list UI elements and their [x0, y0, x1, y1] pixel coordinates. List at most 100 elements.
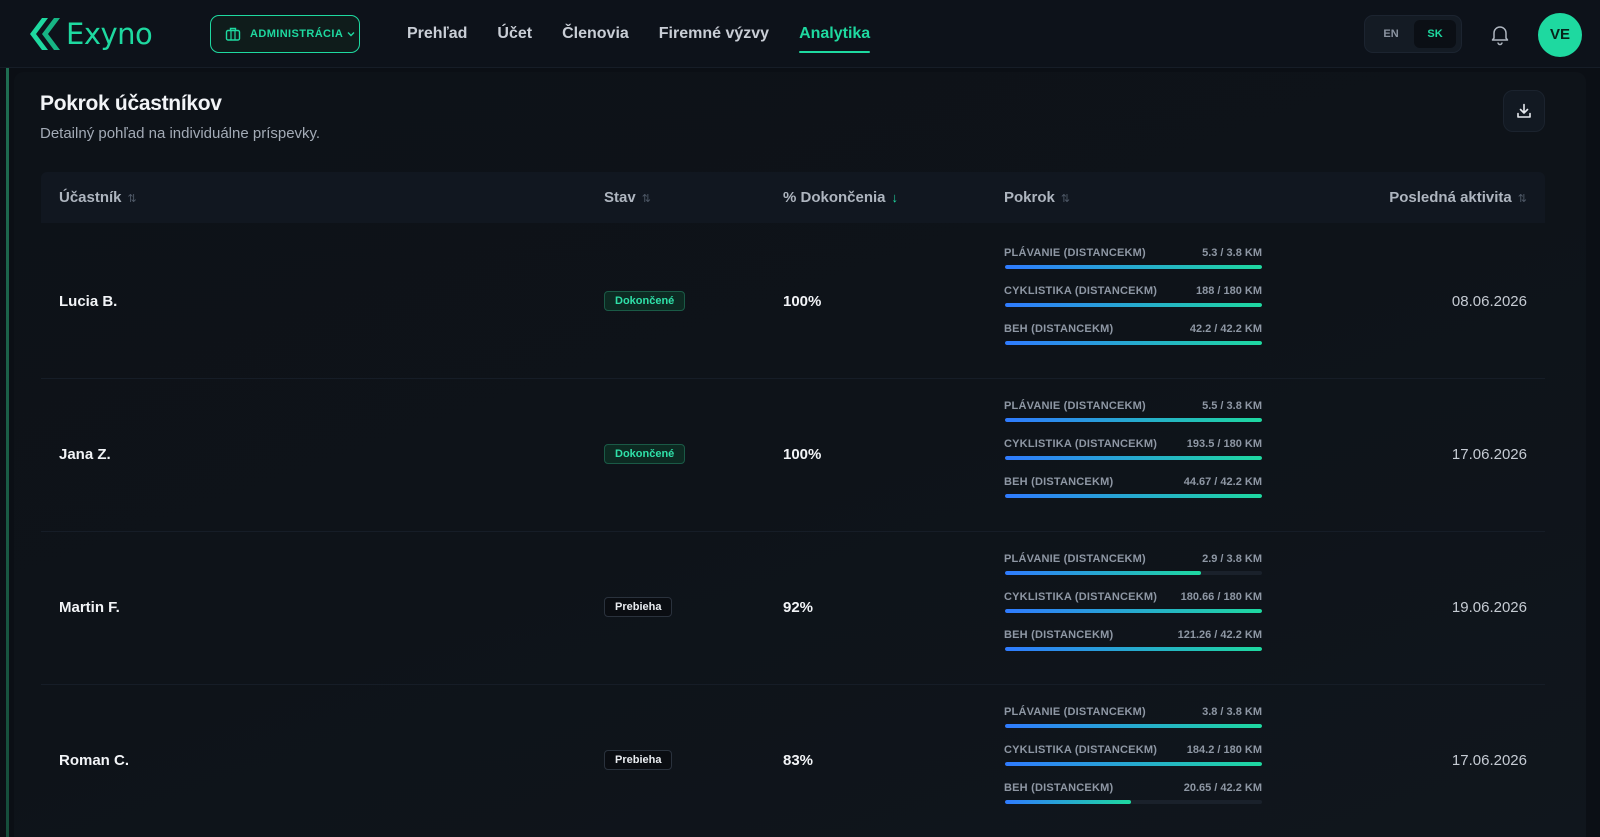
- progress-value: 20.65 / 42.2 KM: [1183, 782, 1262, 794]
- participant-name: Roman C.: [59, 751, 130, 769]
- progress-label: BEH (DISTANCEKM): [1004, 323, 1114, 335]
- sort-icon: ⇅: [127, 193, 137, 205]
- progress-bar-fill: [1005, 762, 1262, 766]
- nav-item-analytika[interactable]: Analytika: [792, 0, 877, 68]
- last-activity-cell: 17.06.2026: [1452, 376, 1527, 532]
- exyno-logo-icon: [30, 18, 60, 50]
- progress-bar: [1005, 609, 1262, 613]
- progress-label: BEH (DISTANCEKM): [1004, 629, 1114, 641]
- progress-bar: [1005, 762, 1262, 766]
- status-badge: Prebieha: [604, 750, 673, 770]
- progress-value: 5.5 / 3.8 KM: [1202, 400, 1262, 412]
- last-activity-cell: 19.06.2026: [1452, 529, 1527, 685]
- table-row[interactable]: Roman C. Prebieha 83% PLÁVANIE (DISTANCEKM)…: [41, 682, 1545, 837]
- column-header-progress[interactable]: Pokrok ⇅: [1004, 172, 1070, 223]
- column-header-last-activity[interactable]: Posledná aktivita ⇅: [1389, 172, 1527, 223]
- progress-label: CYKLISTIKA (DISTANCEKM): [1004, 591, 1158, 603]
- table-header: Účastník ⇅ Stav ⇅ % Dokončenia ↓ Pokrok ⇅ Po…: [41, 172, 1545, 223]
- sort-icon: ⇅: [1060, 193, 1071, 205]
- nav-item-ucet[interactable]: Účet: [490, 0, 539, 68]
- table-row[interactable]: Martin F. Prebieha 92% PLÁVANIE (DISTANCEKM…: [41, 529, 1545, 685]
- progress-item: PLÁVANIE (DISTANCEKM) 5.3 / 3.8 KM: [1004, 247, 1262, 277]
- nav-item-prehlad[interactable]: Prehľad: [400, 0, 474, 68]
- status-badge: Prebieha: [604, 597, 673, 617]
- chevron-down-icon: [347, 32, 355, 37]
- progress-bar-fill: [1005, 609, 1262, 613]
- progress-label: PLÁVANIE (DISTANCEKM): [1004, 553, 1146, 565]
- language-option-en[interactable]: EN: [1370, 20, 1412, 48]
- column-header-participant[interactable]: Účastník ⇅: [59, 172, 137, 223]
- progress-bar-fill: [1005, 647, 1262, 651]
- last-activity-cell: 17.06.2026: [1452, 682, 1527, 837]
- progress-bar-fill: [1005, 303, 1262, 307]
- completion-percent: 92%: [783, 598, 814, 616]
- page-subtitle: Detailný pohľad na individuálne príspevk…: [40, 125, 321, 142]
- completion-percent: 100%: [783, 292, 822, 310]
- language-option-sk[interactable]: SK: [1414, 20, 1456, 48]
- progress-bar: [1005, 418, 1262, 422]
- progress-bar: [1005, 800, 1262, 804]
- progress-value: 193.5 / 180 KM: [1186, 438, 1262, 450]
- top-bar: Exyno ADMINISTRÁCIA Prehľad Účet Členovi…: [0, 0, 1600, 68]
- status-badge: Dokončené: [604, 444, 686, 464]
- progress-label: PLÁVANIE (DISTANCEKM): [1004, 706, 1146, 718]
- progress-bar-fill: [1005, 456, 1262, 460]
- progress-bar-fill: [1005, 800, 1131, 804]
- last-activity-date: 17.06.2026: [1451, 445, 1527, 463]
- main-navigation: Prehľad Účet Členovia Firemné výzvy Anal…: [392, 0, 885, 68]
- progress-bar: [1005, 571, 1262, 575]
- column-header-completion[interactable]: % Dokončenia ↓: [783, 172, 898, 223]
- progress-bar: [1005, 647, 1262, 651]
- progress-label: CYKLISTIKA (DISTANCEKM): [1004, 285, 1158, 297]
- progress-value: 2.9 / 3.8 KM: [1202, 553, 1262, 565]
- progress-bar: [1005, 724, 1262, 728]
- progress-value: 188 / 180 KM: [1195, 285, 1262, 297]
- progress-bar-fill: [1005, 418, 1262, 422]
- progress-bar-fill: [1005, 571, 1202, 575]
- progress-label: CYKLISTIKA (DISTANCEKM): [1004, 744, 1158, 756]
- nav-item-clenovia[interactable]: Členovia: [555, 0, 636, 68]
- sort-descending-icon: ↓: [891, 190, 899, 205]
- progress-item: PLÁVANIE (DISTANCEKM) 2.9 / 3.8 KM: [1004, 553, 1262, 583]
- progress-cell: PLÁVANIE (DISTANCEKM) 3.8 / 3.8 KM CYKLIST…: [1004, 682, 1262, 837]
- progress-value: 44.67 / 42.2 KM: [1183, 476, 1262, 488]
- completion-percent: 100%: [783, 445, 822, 463]
- briefcase-icon: [225, 27, 241, 41]
- last-activity-date: 19.06.2026: [1451, 598, 1527, 616]
- download-icon: [1517, 103, 1531, 118]
- progress-label: CYKLISTIKA (DISTANCEKM): [1004, 438, 1158, 450]
- table-row[interactable]: Jana Z. Dokončené 100% PLÁVANIE (DISTANCEKM…: [41, 376, 1545, 532]
- download-button[interactable]: [1503, 90, 1545, 132]
- column-header-status[interactable]: Stav ⇅: [604, 172, 651, 223]
- progress-bar-fill: [1005, 494, 1262, 498]
- nav-item-firemne-vyzvy[interactable]: Firemné výzvy: [652, 0, 776, 68]
- progress-item: CYKLISTIKA (DISTANCEKM) 184.2 / 180 KM: [1004, 744, 1262, 774]
- progress-bar: [1005, 303, 1262, 307]
- progress-bar: [1005, 341, 1262, 345]
- participant-name: Martin F.: [59, 598, 120, 616]
- progress-cell: PLÁVANIE (DISTANCEKM) 5.5 / 3.8 KM CYKLIST…: [1004, 376, 1262, 532]
- table-row[interactable]: Lucia B. Dokončené 100% PLÁVANIE (DISTANCEK…: [41, 223, 1545, 379]
- brand-logo[interactable]: Exyno: [28, 16, 153, 52]
- status-cell: Prebieha: [604, 682, 673, 837]
- organization-switcher-label: ADMINISTRÁCIA: [250, 28, 344, 40]
- organization-switcher-button[interactable]: ADMINISTRÁCIA: [210, 15, 360, 53]
- bell-icon[interactable]: [1488, 22, 1512, 46]
- status-cell: Dokončené: [604, 376, 686, 532]
- progress-value: 3.8 / 3.8 KM: [1202, 706, 1262, 718]
- progress-bar-fill: [1005, 265, 1262, 269]
- progress-bar-fill: [1005, 724, 1262, 728]
- user-avatar[interactable]: VE: [1538, 13, 1582, 57]
- progress-item: BEH (DISTANCEKM) 42.2 / 42.2 KM: [1004, 323, 1262, 353]
- last-activity-date: 17.06.2026: [1451, 751, 1527, 769]
- sort-icon: ⇅: [1517, 193, 1527, 205]
- progress-label: BEH (DISTANCEKM): [1004, 782, 1114, 794]
- page-title: Pokrok účastníkov: [40, 92, 222, 115]
- progress-item: CYKLISTIKA (DISTANCEKM) 180.66 / 180 KM: [1004, 591, 1262, 621]
- completion-percent: 83%: [783, 751, 814, 769]
- progress-item: CYKLISTIKA (DISTANCEKM) 193.5 / 180 KM: [1004, 438, 1262, 468]
- participant-name: Jana Z.: [59, 445, 111, 463]
- progress-item: CYKLISTIKA (DISTANCEKM) 188 / 180 KM: [1004, 285, 1262, 315]
- progress-item: BEH (DISTANCEKM) 44.67 / 42.2 KM: [1004, 476, 1262, 506]
- progress-value: 42.2 / 42.2 KM: [1189, 323, 1262, 335]
